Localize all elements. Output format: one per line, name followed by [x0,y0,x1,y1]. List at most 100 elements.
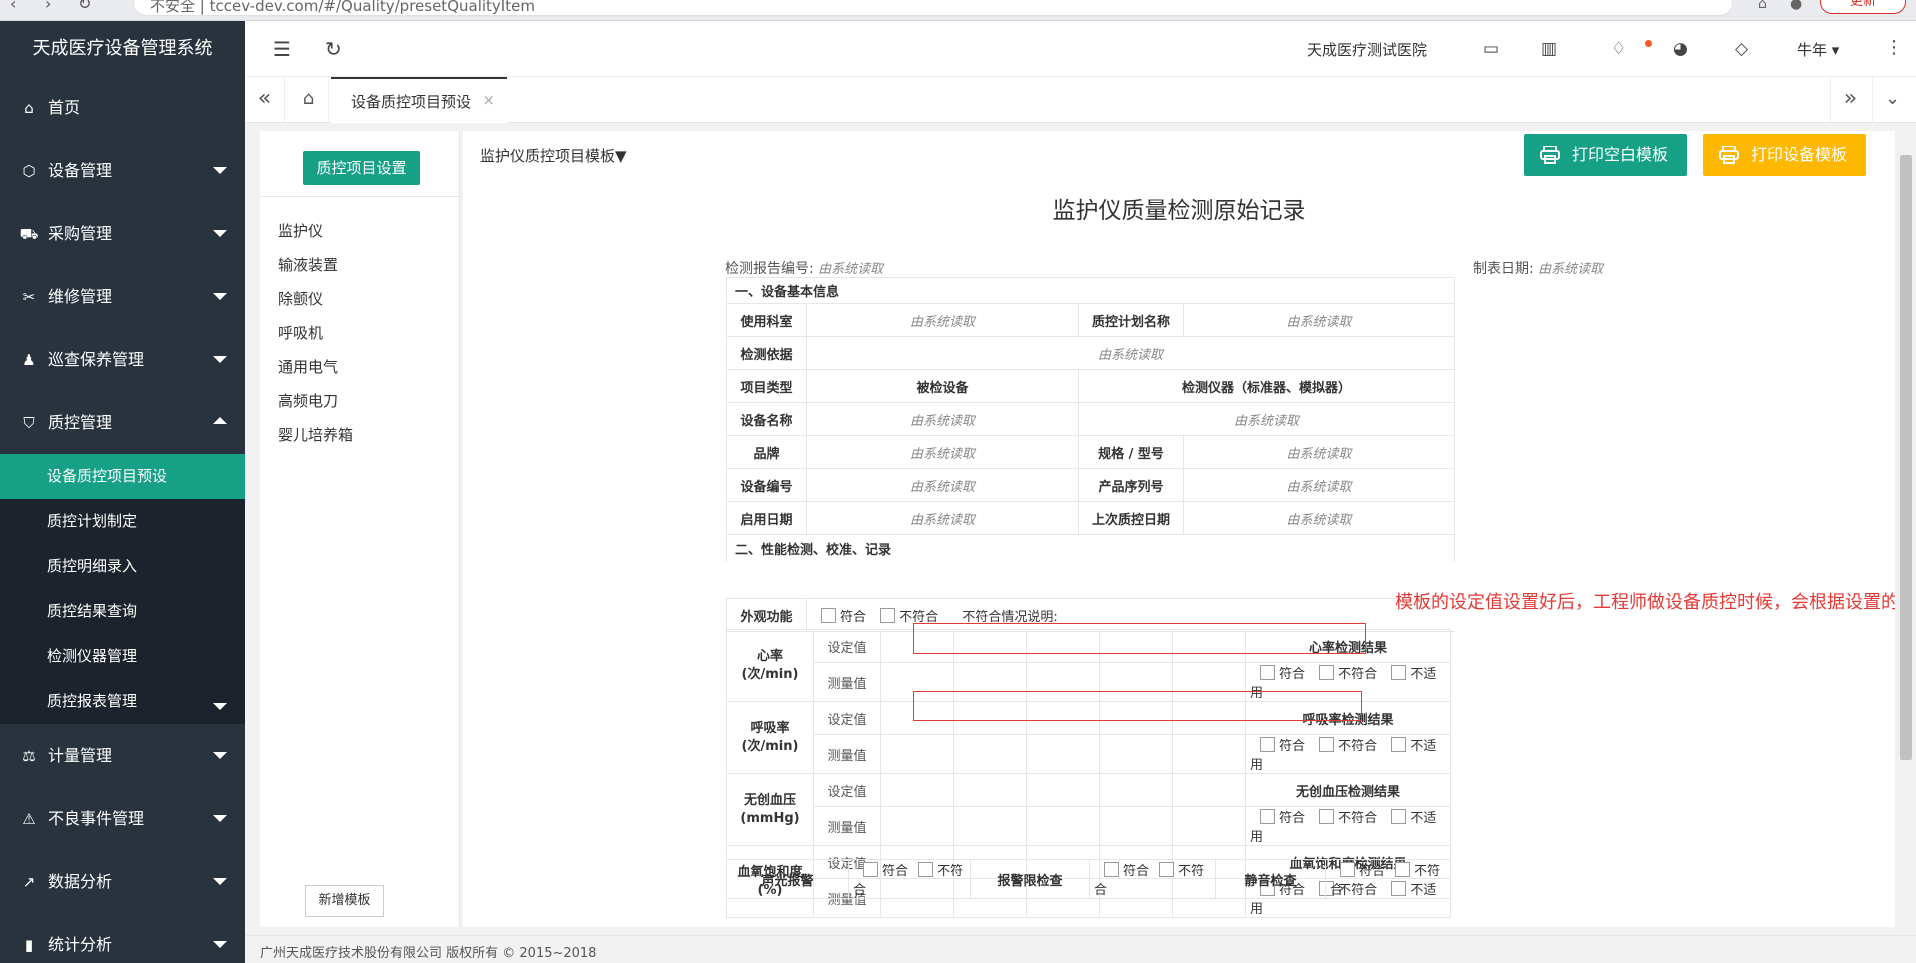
sidebar-item-label: 质控管理 [48,413,113,432]
collapse-menu-icon[interactable]: ☰ [273,37,291,61]
list-item[interactable]: 高频电刀 [278,384,353,418]
reload-icon[interactable]: ↻ [78,0,91,13]
measured-value-cell[interactable] [1099,734,1173,774]
na-checkbox[interactable] [1391,737,1407,752]
result-options: 符合 不符合 不适用 [1245,734,1451,774]
palette-icon[interactable]: ◕ [1673,39,1688,59]
home-tab-icon[interactable]: ⌂ [289,77,329,123]
measured-value-cell[interactable] [880,806,954,846]
pass-checkbox[interactable] [1260,665,1275,680]
tab-preset[interactable]: 设备质控项目预设 × [331,77,507,123]
measured-value-cell[interactable] [1099,806,1173,846]
hospital-name[interactable]: 天成医疗测试医院 [1307,39,1427,60]
measured-value-cell[interactable] [1172,806,1246,846]
scroll-tabs-left-icon[interactable]: « [245,77,285,123]
forward-icon[interactable]: › [45,0,51,13]
measured-value-label: 测量值 [813,734,881,774]
set-value-cell[interactable] [953,773,1027,807]
print-blank-template-button[interactable]: 打印空白模板 [1524,134,1687,176]
sidebar-item-statistics[interactable]: ▮ 统计分析 [0,913,245,963]
brand-label: 品牌 [726,435,807,469]
list-item[interactable]: 通用电气 [278,350,353,384]
chevron-down-icon[interactable]: ⌄ [1872,77,1912,123]
set-value-cell[interactable] [1172,773,1246,807]
sidebar-item-data-analysis[interactable]: ↗ 数据分析 [0,850,245,913]
scrollbar-thumb[interactable] [1900,155,1912,760]
submenu-item-plan[interactable]: 质控计划制定 [0,499,245,544]
notification-dot [1645,40,1652,47]
set-value-cell[interactable] [880,773,954,807]
refresh-icon[interactable]: ↻ [325,37,342,61]
template-select[interactable]: 监护仪质控项目模板▼ [480,145,627,166]
submenu-item-label: 质控报表管理 [47,692,138,710]
sidebar-item-home[interactable]: ⌂ 首页 [0,76,245,139]
scroll-tabs-right-icon[interactable]: » [1830,77,1870,123]
list-item[interactable]: 监护仪 [278,214,353,248]
fail-checkbox[interactable] [1159,862,1175,877]
sidebar-item-repair[interactable]: ✂ 维修管理 [0,265,245,328]
add-template-button[interactable]: 新增模板 [305,885,384,917]
fail-checkbox[interactable] [1319,665,1335,680]
sidebar-item-metrology[interactable]: ⚖ 计量管理 [0,724,245,787]
measured-value-cell[interactable] [880,734,954,774]
sidebar-item-quality[interactable]: ⛉ 质控管理 [0,391,245,454]
profile-icon[interactable]: ● [1790,0,1802,12]
device-name-label: 设备名称 [726,402,807,436]
na-checkbox[interactable] [1391,809,1407,824]
book-icon[interactable]: ▥ [1541,39,1557,59]
measured-value-cell[interactable] [953,734,1027,774]
pass-checkbox[interactable] [863,862,878,877]
bell-icon[interactable]: ♢ [1611,39,1626,59]
fail-checkbox[interactable] [1319,737,1335,752]
submenu-item-preset[interactable]: 设备质控项目预设 [0,454,245,499]
pass-checkbox[interactable] [821,607,836,623]
sidebar-item-purchase[interactable]: ⛟ 采购管理 [0,202,245,265]
fail-checkbox[interactable] [918,862,934,877]
list-item[interactable]: 婴儿培养箱 [278,418,353,452]
screen-icon[interactable]: ▭ [1483,39,1499,59]
fail-checkbox[interactable] [1319,809,1335,824]
measured-value-cell[interactable] [1026,734,1100,774]
report-number-value: 由系统读取 [818,262,884,277]
pass-checkbox[interactable] [1104,862,1119,877]
pass-checkbox[interactable] [1340,862,1355,877]
mute-check-label: 静音检查 [1215,859,1326,899]
list-item[interactable]: 除颤仪 [278,282,353,316]
person-icon: ♟ [22,351,36,369]
measured-value-cell[interactable] [953,806,1027,846]
set-value-cell[interactable] [1099,773,1173,807]
close-icon[interactable]: × [482,91,495,109]
print-device-template-button[interactable]: 打印设备模板 [1703,134,1866,176]
pass-checkbox[interactable] [1260,809,1275,824]
submenu-item-instrument[interactable]: 检测仪器管理 [0,634,245,679]
tag-icon[interactable]: ◇ [1735,39,1748,59]
home-icon[interactable]: ⌂ [1758,0,1767,12]
fail-checkbox[interactable] [1395,862,1411,877]
qc-item-settings-button[interactable]: 质控项目设置 [303,151,420,185]
measured-value-cell[interactable] [1026,806,1100,846]
update-button[interactable]: 更新 [1820,0,1906,14]
set-value-cell[interactable] [1026,773,1100,807]
home-icon: ⌂ [24,99,34,117]
back-icon[interactable]: ‹ [10,0,16,13]
list-item[interactable]: 呼吸机 [278,316,353,350]
user-menu[interactable]: 牛年 ▾ [1797,39,1839,60]
sidebar-item-label: 数据分析 [48,872,113,891]
submenu-item-report[interactable]: 质控报表管理 [0,679,245,724]
mute-check-options: 符合 不符合 [1325,859,1451,899]
submenu-item-detail-entry[interactable]: 质控明细录入 [0,544,245,589]
more-icon[interactable]: ⋮ [1885,37,1903,58]
address-bar[interactable]: 不安全 | tccev-dev.com/#/Quality/presetQual… [133,0,1733,16]
sidebar-item-adverse-events[interactable]: ⚠ 不良事件管理 [0,787,245,850]
list-item[interactable]: 输液装置 [278,248,353,282]
submenu-item-result-query[interactable]: 质控结果查询 [0,589,245,634]
template-list: 监护仪 输液装置 除颤仪 呼吸机 通用电气 高频电刀 婴儿培养箱 [278,214,353,452]
warning-icon: ⚠ [22,810,36,828]
sidebar-item-inspection[interactable]: ♟ 巡查保养管理 [0,328,245,391]
basic-info-table: 一、设备基本信息 使用科室 由系统读取 质控计划名称 由系统读取 检测依据 由系… [726,277,1455,562]
pass-checkbox[interactable] [1260,737,1275,752]
fail-checkbox[interactable] [880,607,896,623]
na-checkbox[interactable] [1391,665,1407,680]
sidebar-item-equipment[interactable]: ⬡ 设备管理 [0,139,245,202]
measured-value-cell[interactable] [1172,734,1246,774]
